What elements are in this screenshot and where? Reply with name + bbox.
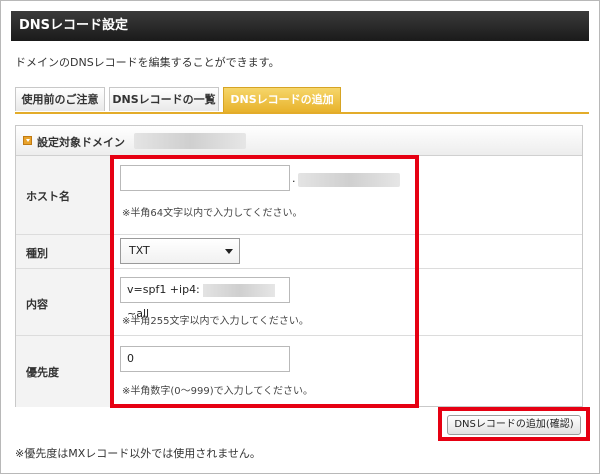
domain-redacted [134, 133, 246, 149]
host-label-cell: ホスト名 [16, 156, 114, 234]
tab-precautions[interactable]: 使用前のご注意 [15, 87, 105, 111]
tab-underline [15, 112, 589, 114]
priority-footnote: ※優先度はMXレコード以外では使用されません。 [15, 447, 261, 460]
page-description: ドメインのDNSレコードを編集することができます。 [15, 56, 280, 69]
type-label-cell: 種別 [16, 235, 114, 268]
priority-label-cell: 優先度 [16, 336, 114, 407]
page-frame: DNSレコード設定 ドメインのDNSレコードを編集することができます。 使用前の… [0, 0, 600, 474]
host-label: ホスト名 [26, 190, 70, 203]
window-title: DNSレコード設定 [11, 11, 589, 41]
tab-dns-add[interactable]: DNSレコードの追加 [223, 87, 341, 113]
content-label: 内容 [26, 298, 48, 311]
add-dns-record-confirm-button[interactable]: DNSレコードの追加(確認) [447, 415, 581, 435]
tab-dns-list[interactable]: DNSレコードの一覧 [109, 87, 219, 111]
content-label-cell: 内容 [16, 269, 114, 335]
priority-label: 優先度 [26, 366, 59, 379]
form-highlight-box [110, 155, 419, 408]
section-arrow-icon [23, 136, 32, 145]
type-label: 種別 [26, 247, 48, 260]
section-header: 設定対象ドメイン [16, 126, 582, 156]
section-title: 設定対象ドメイン [37, 136, 125, 149]
